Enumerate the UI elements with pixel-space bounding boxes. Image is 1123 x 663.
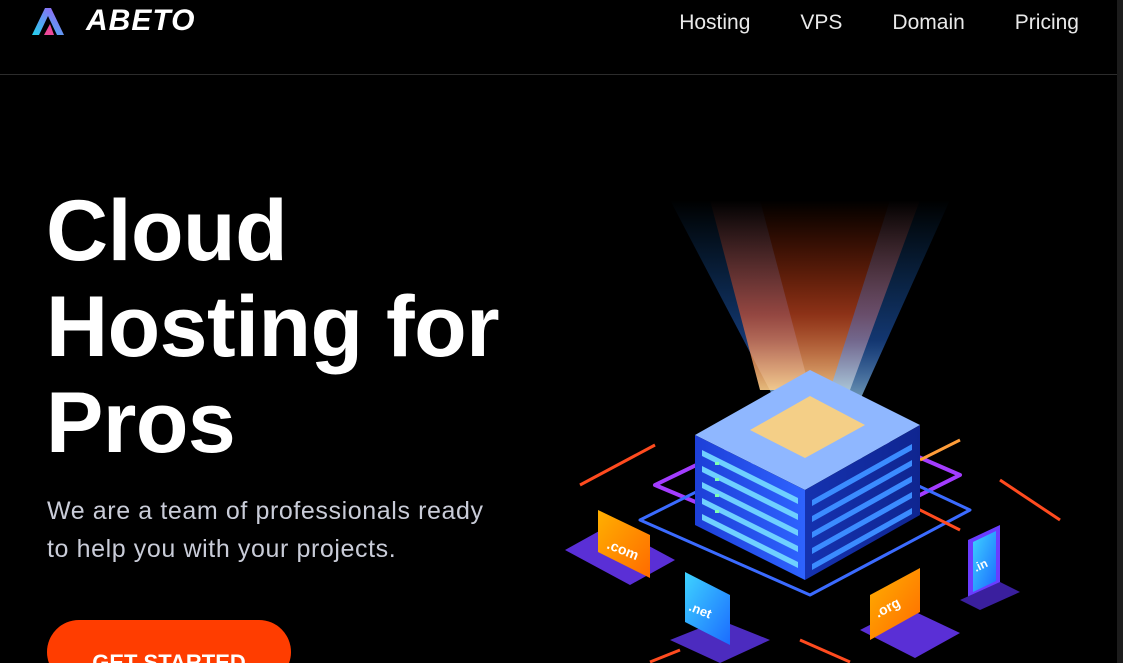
navbar: ABETO Hosting VPS Domain Pricing: [0, 0, 1117, 75]
server-stack: [695, 370, 920, 580]
logo-icon: [30, 5, 66, 37]
nav-vps[interactable]: VPS: [800, 11, 842, 35]
phone-in: .in: [960, 525, 1020, 610]
hero-title-line: Hosting for: [46, 279, 500, 375]
laptop-net: .net: [670, 572, 770, 663]
laptop-org: .org: [860, 568, 960, 658]
scrollbar[interactable]: [1117, 0, 1123, 663]
nav-pricing[interactable]: Pricing: [1015, 11, 1079, 35]
hero-subtitle: We are a team of professionals ready to …: [47, 492, 547, 568]
hero-title-line: Pros: [46, 375, 236, 471]
hero-subtitle-line: We are a team of professionals ready: [47, 497, 484, 525]
laptop-com: .com: [565, 510, 675, 585]
main-nav: Hosting VPS Domain Pricing: [679, 11, 1079, 35]
nav-hosting[interactable]: Hosting: [679, 11, 750, 35]
brand[interactable]: ABETO: [30, 4, 195, 38]
page: ABETO Hosting VPS Domain Pricing Cloud H…: [0, 0, 1123, 663]
brand-name: ABETO: [86, 4, 196, 37]
nav-domain[interactable]: Domain: [892, 11, 964, 35]
hero-subtitle-line: to help you with your projects.: [47, 535, 397, 563]
hero-illustration: .com .net .org .in: [560, 200, 1080, 663]
hero-title: Cloud Hosting for Pros: [46, 183, 606, 471]
hero-title-line: Cloud: [46, 183, 288, 279]
get-started-button[interactable]: GET STARTED: [47, 620, 291, 663]
